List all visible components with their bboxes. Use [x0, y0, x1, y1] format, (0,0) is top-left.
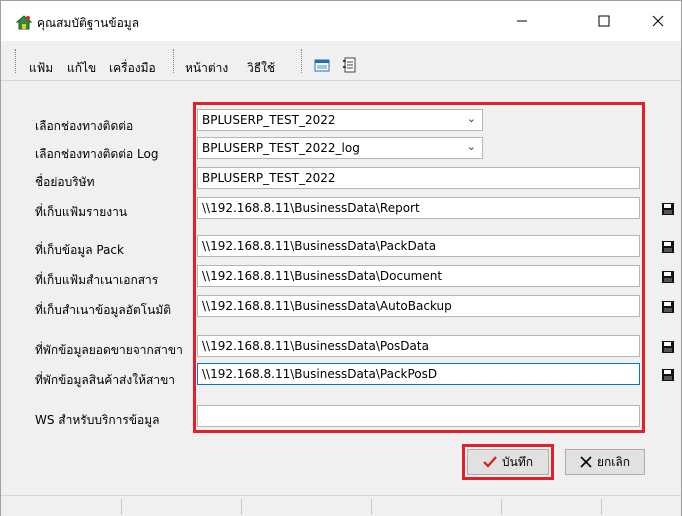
label-company-abbr: ชื่อย่อบริษัท — [35, 175, 95, 189]
database-app-icon — [15, 13, 33, 30]
window-icon[interactable] — [311, 55, 333, 75]
menu-grip — [15, 49, 17, 73]
menu-grip-2 — [173, 49, 175, 73]
label-document-path: ที่เก็บแฟ้มสำเนาเอกสาร — [35, 273, 159, 287]
save-button-highlight — [462, 444, 554, 480]
status-divider — [371, 499, 372, 515]
close-icon — [580, 456, 592, 468]
window-title: คุณสมบัติฐานข้อมูล — [37, 16, 140, 30]
save-report-path-icon[interactable] — [658, 199, 678, 219]
status-bar — [1, 495, 681, 516]
label-pack-path: ที่เก็บข้อมูล Pack — [35, 243, 124, 257]
status-divider — [241, 499, 242, 515]
save-autobackup-path-icon[interactable] — [658, 297, 678, 317]
title-bar: คุณสมบัติฐานข้อมูล — [1, 1, 681, 41]
cancel-button[interactable]: ยกเลิก — [565, 449, 645, 475]
menu-edit[interactable]: แก้ไข — [67, 59, 96, 78]
notebook-icon[interactable] — [339, 55, 361, 75]
maximize-button[interactable] — [581, 1, 627, 41]
menu-help[interactable]: วิธีใช้ — [247, 59, 275, 78]
label-autobackup-path: ที่เก็บสำเนาข้อมูลอัตโนมัติ — [35, 303, 172, 317]
label-packposd-path: ที่พักข้อมูลสินค้าส่งให้สาขา — [35, 373, 176, 387]
status-divider — [601, 499, 602, 515]
menu-window[interactable]: หน้าต่าง — [185, 59, 228, 78]
status-divider — [501, 499, 502, 515]
status-divider — [121, 499, 122, 515]
toolbar-grip — [301, 49, 303, 73]
menu-file[interactable]: แฟ้ม — [29, 59, 53, 78]
minimize-button[interactable] — [499, 1, 545, 41]
fields-highlight-box — [193, 102, 645, 433]
label-ws-service: WS สำหรับบริการข้อมูล — [35, 413, 160, 427]
label-connection-log: เลือกช่องทางติดต่อ Log — [35, 147, 159, 161]
menu-tools[interactable]: เครื่องมือ — [109, 59, 156, 78]
label-report-path: ที่เก็บแฟ้มรายงาน — [35, 205, 128, 219]
save-packposd-path-icon[interactable] — [658, 365, 678, 385]
label-posdata-path: ที่พักข้อมูลยอดขายจากสาขา — [35, 343, 183, 357]
save-document-path-icon[interactable] — [658, 267, 678, 287]
save-posdata-path-icon[interactable] — [658, 337, 678, 357]
cancel-button-label: ยกเลิก — [596, 454, 631, 469]
properties-window: คุณสมบัติฐานข้อมูล แฟ้ม แก้ไข เครื่องมือ… — [0, 0, 682, 516]
close-button[interactable] — [635, 1, 681, 41]
label-connection: เลือกช่องทางติดต่อ — [35, 119, 134, 133]
save-pack-path-icon[interactable] — [658, 237, 678, 257]
